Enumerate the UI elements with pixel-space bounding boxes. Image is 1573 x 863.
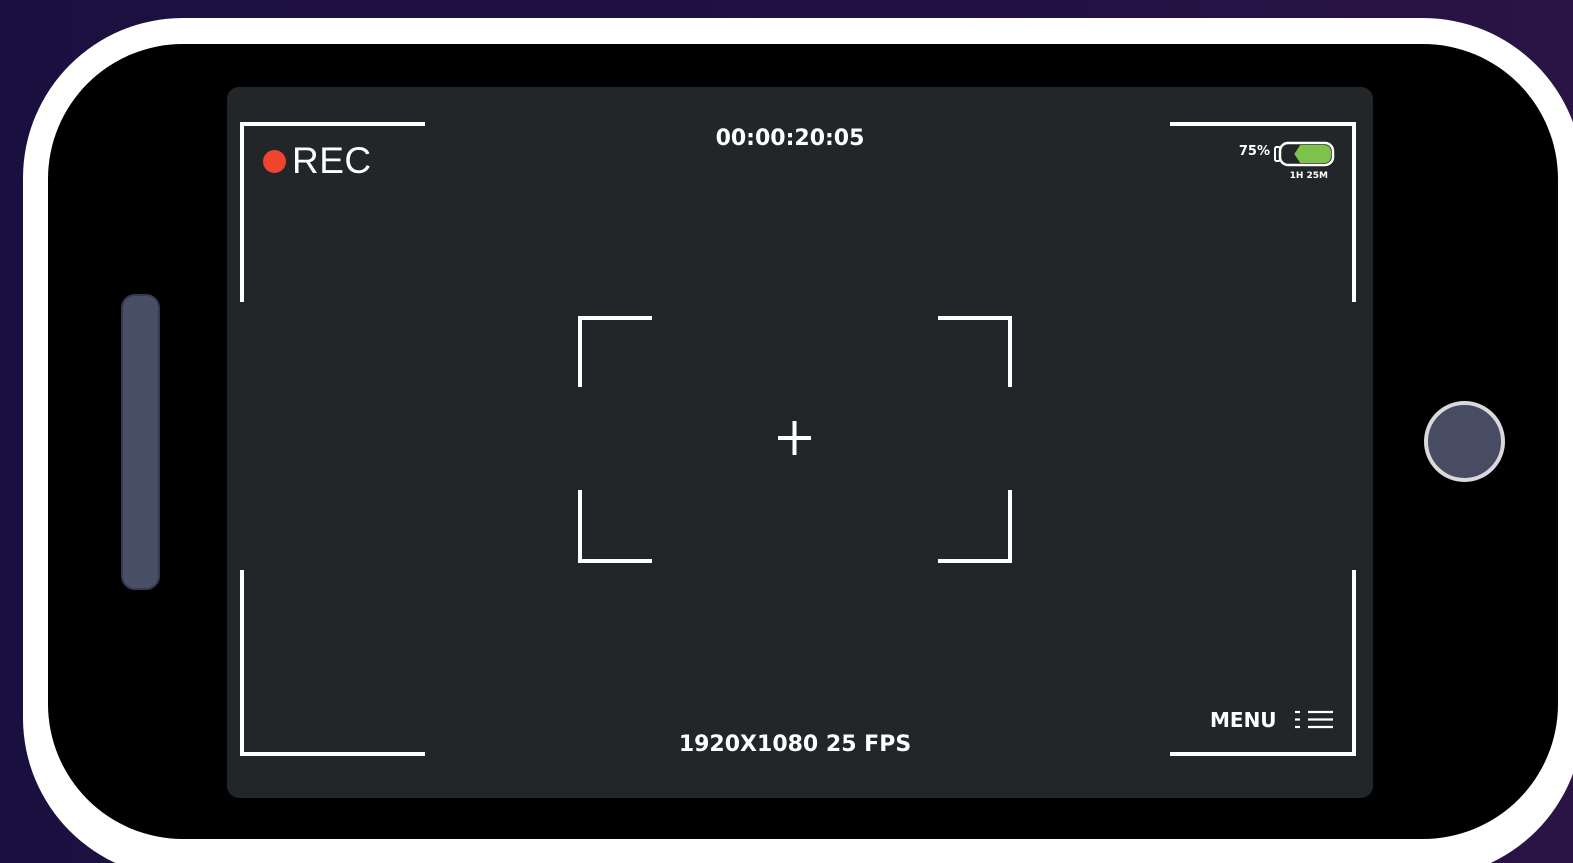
side-volume-bar[interactable]	[121, 294, 160, 590]
resolution-fps-label: 1920X1080 25 FPS	[678, 732, 912, 757]
rec-label: REC	[292, 140, 372, 181]
menu-label: MENU	[1210, 708, 1277, 732]
red-dot-icon	[263, 149, 286, 173]
battery-remaining-time: 1H 25M	[1289, 171, 1328, 181]
camera-viewfinder-screen[interactable]	[227, 87, 1373, 798]
menu-button[interactable]: MENU	[1210, 705, 1283, 735]
battery-percent: 75%	[1238, 144, 1270, 159]
recording-indicator: REC	[263, 140, 372, 182]
timecode: 00:00:20:05	[715, 126, 865, 151]
home-button[interactable]	[1424, 401, 1505, 482]
